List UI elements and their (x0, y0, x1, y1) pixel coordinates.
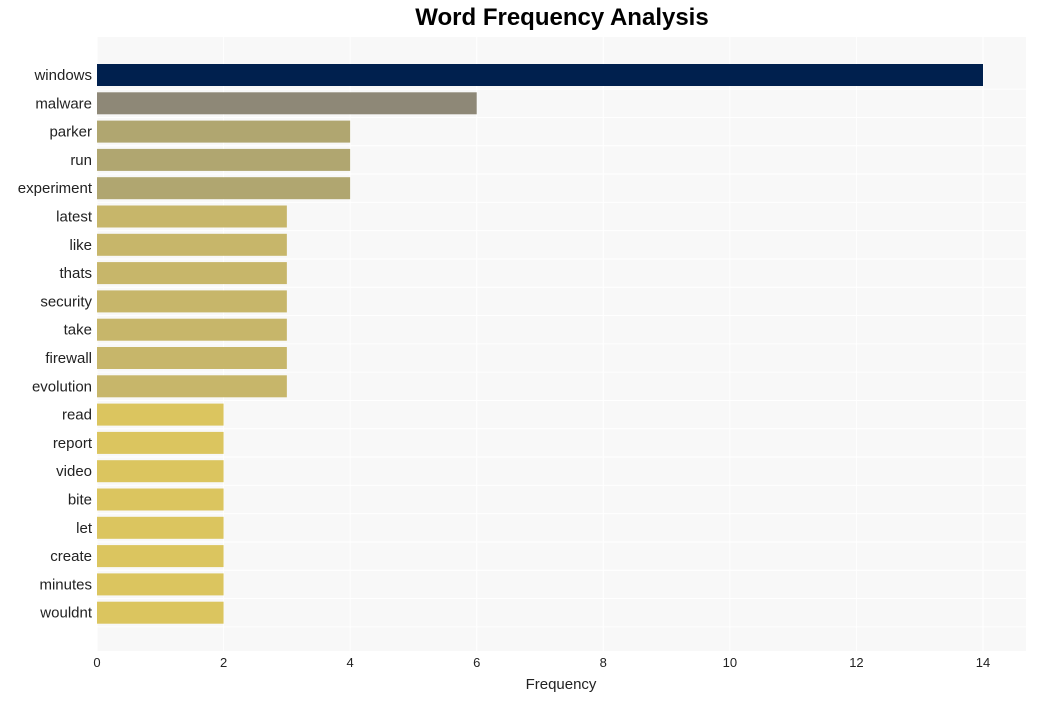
bar-wouldnt (97, 601, 224, 624)
y-label-minutes: minutes (39, 576, 92, 593)
y-label-malware: malware (35, 95, 92, 112)
bar-bite (97, 488, 224, 511)
bar-thats (97, 262, 287, 285)
y-label-parker: parker (49, 124, 92, 141)
x-tick-label: 0 (93, 655, 100, 670)
x-axis-ticks: 0 2 4 6 8 10 12 14 (93, 655, 990, 670)
bar-read (97, 403, 224, 426)
x-tick-label: 12 (849, 655, 863, 670)
x-tick-label: 2 (220, 655, 227, 670)
y-label-take: take (64, 322, 92, 339)
bar-latest (97, 205, 287, 228)
y-label-create: create (50, 548, 92, 565)
y-label-read: read (62, 407, 92, 424)
bar-run (97, 148, 351, 171)
y-label-let: let (76, 520, 93, 537)
bar-video (97, 460, 224, 483)
bar-security (97, 290, 287, 313)
bar-like (97, 233, 287, 256)
bar-minutes (97, 573, 224, 596)
bar-chart: windows malware parker run experiment latest l… (18, 37, 1026, 693)
x-tick-label: 6 (473, 655, 480, 670)
x-tick-label: 8 (600, 655, 607, 670)
y-label-video: video (56, 463, 92, 480)
x-tick-label: 14 (976, 655, 990, 670)
y-label-evolution: evolution (32, 378, 92, 395)
bar-let (97, 516, 224, 539)
bar-windows (97, 64, 983, 86)
y-axis-labels: windows malware parker run experiment latest l… (18, 67, 93, 622)
y-label-like: like (69, 237, 92, 254)
y-label-latest: latest (56, 209, 93, 226)
y-label-run: run (70, 152, 92, 169)
y-label-windows: windows (33, 67, 92, 84)
bar-experiment (97, 177, 351, 200)
bar-malware (97, 92, 477, 115)
x-tick-label: 10 (723, 655, 737, 670)
y-label-experiment: experiment (18, 180, 93, 197)
bar-create (97, 545, 224, 568)
y-label-report: report (53, 435, 93, 452)
bar-take (97, 318, 287, 341)
bar-firewall (97, 347, 287, 369)
y-label-wouldnt: wouldnt (39, 605, 93, 622)
y-label-bite: bite (68, 492, 92, 509)
x-tick-label: 4 (347, 655, 354, 670)
y-label-thats: thats (59, 265, 92, 282)
x-axis-label: Frequency (526, 676, 597, 693)
bar-parker (97, 120, 351, 143)
bar-evolution (97, 375, 287, 398)
y-label-firewall: firewall (45, 350, 92, 367)
y-label-security: security (40, 293, 92, 310)
bar-report (97, 431, 224, 454)
